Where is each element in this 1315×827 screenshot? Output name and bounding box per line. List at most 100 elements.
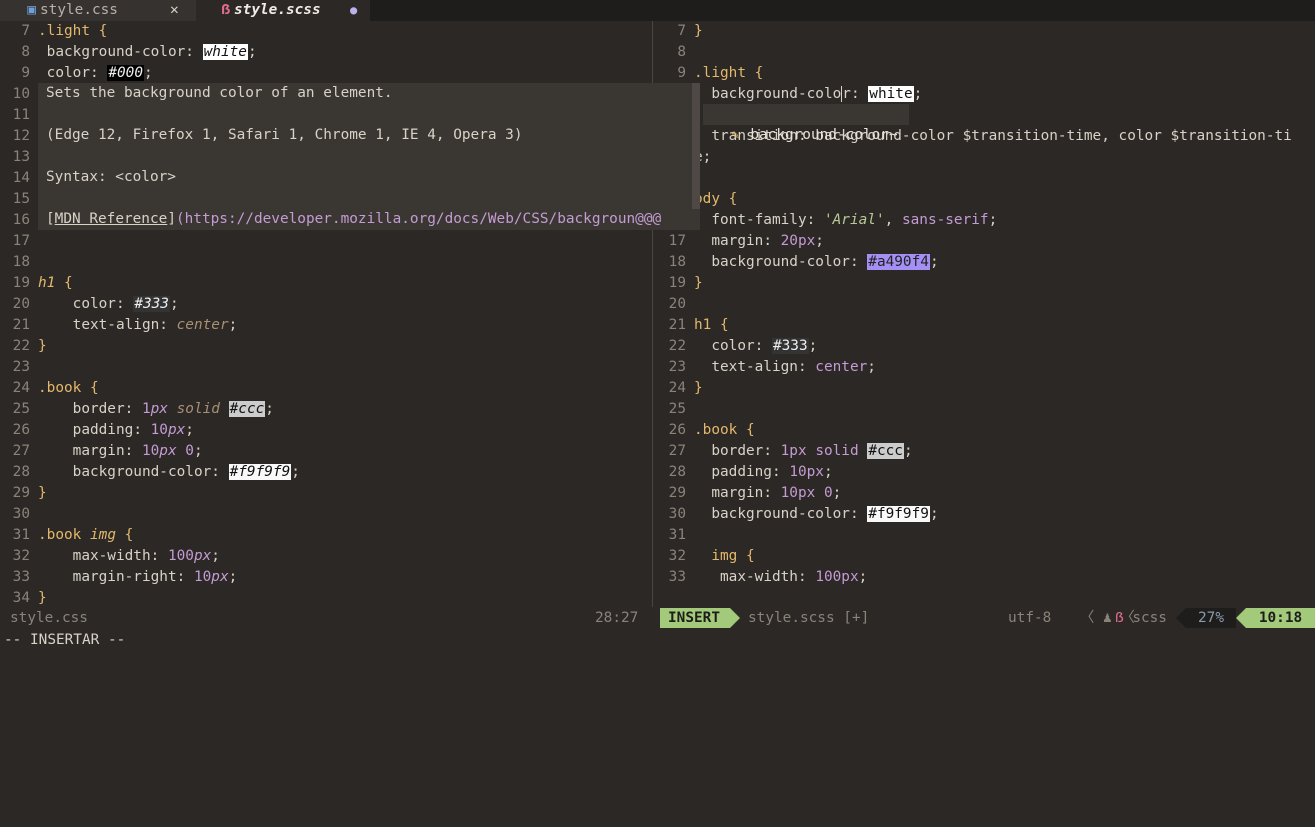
code-line[interactable]: 9 color: #000; [0, 63, 153, 84]
code-line[interactable]: 28 background-color: #f9f9f9; [0, 462, 300, 483]
line-number: 19 [12, 275, 30, 291]
code-line[interactable]: 31 .book img { [0, 525, 134, 546]
completion-item[interactable]: ✎ background-color~ [703, 104, 909, 143]
code-text: background-color: #f9f9f9; [711, 506, 939, 522]
line-number: 9 [677, 65, 686, 81]
line-number: 27 [12, 443, 30, 459]
line-number: 20 [12, 296, 30, 312]
code-line[interactable]: 18 background-color: #a490f4; [655, 252, 939, 273]
line-number: 24 [12, 380, 30, 396]
line-number: 17 [12, 233, 30, 249]
line-number: 10 [12, 86, 30, 102]
code-text: .light { [38, 23, 108, 39]
code-line[interactable]: 20 [655, 294, 694, 315]
modified-dot-icon: ● [350, 3, 358, 17]
code-line[interactable]: 26 padding: 10px; [0, 420, 194, 441]
code-line[interactable]: 30 background-color: #f9f9f9; [655, 504, 939, 525]
code-text: .book { [38, 380, 99, 396]
line-number: 13 [12, 149, 30, 165]
code-line[interactable]: 14 [0, 168, 38, 189]
code-line[interactable]: 21 text-align: center; [0, 315, 238, 336]
code-line[interactable]: 23 text-align: center; [655, 357, 876, 378]
code-text: margin-right: 10px; [72, 569, 238, 585]
code-line[interactable]: 28 padding: 10px; [655, 462, 833, 483]
code-line[interactable]: 8 [655, 42, 694, 63]
wrench-icon: ✎ [731, 128, 740, 143]
code-line[interactable]: 32 max-width: 100px; [0, 546, 220, 567]
sass-file-icon: ẞ [221, 2, 230, 18]
code-line[interactable]: 33 max-width: 100px; [655, 567, 868, 588]
line-number: 17 [668, 233, 686, 249]
code-line[interactable]: 34} [0, 588, 47, 607]
line-number: 12 [12, 128, 30, 144]
code-line[interactable]: 24 .book { [0, 378, 99, 399]
code-line[interactable]: 13 [0, 147, 38, 168]
code-line[interactable]: 26 .book { [655, 420, 755, 441]
code-text: padding: 10px; [711, 464, 833, 480]
hover-documentation-popup: Sets the background color of an element.… [38, 83, 700, 230]
code-line[interactable]: 20 color: #333; [0, 294, 179, 315]
code-line[interactable]: 23 [0, 357, 38, 378]
code-line[interactable]: 22} [0, 336, 47, 357]
filetype-label: scss [1132, 610, 1167, 626]
code-text: h1 { [694, 317, 729, 333]
line-number: 15 [12, 191, 30, 207]
popup-scrollbar[interactable] [692, 83, 700, 209]
code-text: color: #333; [711, 338, 818, 354]
code-line[interactable]: 24} [655, 378, 703, 399]
command-line[interactable]: -- INSERTAR -- [4, 629, 125, 651]
code-text: font-family: 'Arial', sans-serif; [711, 212, 998, 228]
line-number: 14 [12, 170, 30, 186]
code-line[interactable]: 7 .light { [0, 21, 107, 42]
code-line[interactable]: 27 border: 1px solid #ccc; [655, 441, 913, 462]
line-number: 21 [668, 317, 686, 333]
code-text: max-width: 100px; [720, 569, 868, 585]
code-line[interactable]: 16 [0, 210, 38, 231]
encoding: utf-8 [1008, 610, 1052, 626]
code-text: ody { [694, 191, 738, 207]
line-number: 22 [668, 338, 686, 354]
line-number: 7 [677, 23, 686, 39]
code-line[interactable]: 17 [0, 231, 38, 252]
code-line[interactable]: 32 img { [655, 546, 755, 567]
code-text: } [694, 275, 703, 291]
code-line[interactable]: 9 .light { [655, 63, 763, 84]
code-line[interactable]: 12 [0, 126, 38, 147]
code-text: margin: 10px 0; [72, 443, 203, 459]
code-line[interactable]: 27 margin: 10px 0; [0, 441, 203, 462]
code-line[interactable]: 11 [0, 105, 38, 126]
line-number: 27 [668, 443, 686, 459]
close-icon[interactable]: ✕ [170, 0, 179, 21]
code-text: text-align: center; [72, 317, 238, 333]
tab-style-scss[interactable]: ẞ style.scss ● [196, 0, 370, 21]
line-number: 29 [12, 485, 30, 501]
code-line[interactable]: 29 margin: 10px 0; [655, 483, 842, 504]
mode-indicator: INSERT [660, 608, 740, 628]
code-line[interactable]: 21 h1 { [655, 315, 729, 336]
code-line[interactable]: 31 [655, 525, 694, 546]
line-number: 26 [668, 422, 686, 438]
completion-label: background-color~ [750, 127, 898, 143]
code-line[interactable]: 25 border: 1px solid #ccc; [0, 399, 274, 420]
code-line[interactable]: 33 margin-right: 10px; [0, 567, 238, 588]
line-number: 8 [677, 44, 686, 60]
code-line[interactable]: 30 [0, 504, 38, 525]
code-line[interactable]: 15 [0, 189, 38, 210]
code-line[interactable]: 17 margin: 20px; [655, 231, 824, 252]
code-line[interactable]: 19} [655, 273, 703, 294]
code-line[interactable]: 8 background-color: white; [0, 42, 257, 63]
hover-doc-line: Sets the background color of an element. [46, 85, 393, 101]
line-number: 32 [12, 548, 30, 564]
code-text: } [694, 23, 703, 39]
code-line[interactable]: 29} [0, 483, 47, 504]
code-line[interactable]: 25 [655, 399, 694, 420]
code-line[interactable]: 16 font-family: 'Arial', sans-serif; [655, 210, 998, 231]
code-line[interactable]: 7} [655, 21, 703, 42]
code-line[interactable]: 18 [0, 252, 38, 273]
code-line[interactable]: 22 color: #333; [655, 336, 817, 357]
code-line[interactable]: 19 h1 { [0, 273, 73, 294]
cursor-position: 28:27 [595, 610, 639, 626]
line-number: 33 [668, 569, 686, 585]
tab-style-css[interactable]: ▣ style.css ✕ [0, 0, 196, 21]
line-number: 32 [668, 548, 686, 564]
